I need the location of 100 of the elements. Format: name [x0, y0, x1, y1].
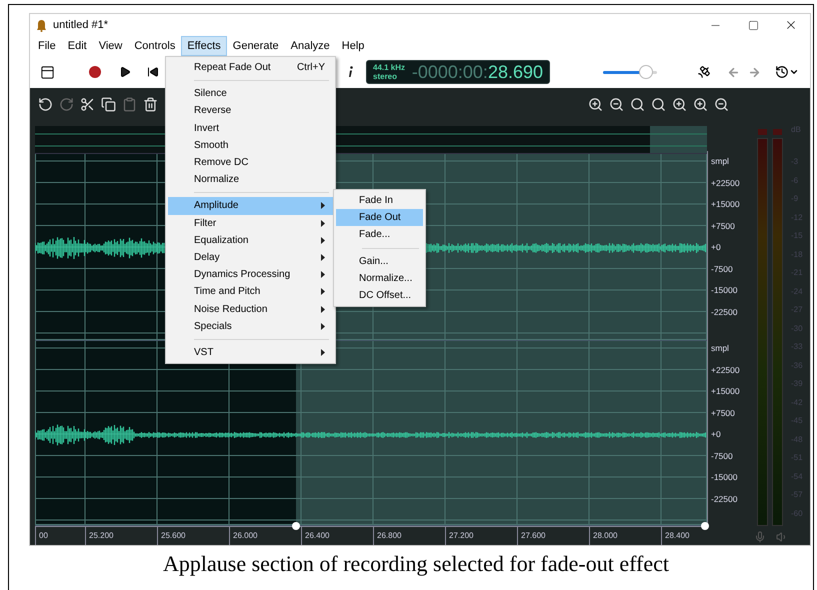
menu-item-label: Normalize... — [359, 272, 414, 284]
axis-tick-label: +22500 — [710, 364, 741, 376]
menu-item-label: Dynamics Processing — [194, 269, 292, 280]
menu-item[interactable]: Specials — [168, 318, 333, 335]
zoom-icon[interactable] — [651, 96, 666, 112]
submenu-arrow-icon — [321, 254, 325, 261]
satellite-dish-icon[interactable] — [697, 65, 711, 79]
selection-end-handle[interactable] — [701, 522, 709, 530]
cut-icon[interactable] — [80, 96, 95, 112]
menu-item[interactable]: Equalization — [168, 232, 333, 249]
submenu-arrow-icon — [321, 322, 325, 330]
time-label: 26.400 — [301, 527, 373, 545]
zoom-out-icon[interactable] — [609, 96, 624, 112]
menu-item[interactable]: Normalize — [168, 171, 333, 188]
skip-back-icon[interactable] — [147, 66, 159, 78]
back-arrow-icon[interactable] — [727, 66, 740, 78]
zoom-in-icon[interactable] — [588, 96, 603, 112]
copy-icon[interactable] — [101, 96, 116, 112]
menu-bar-item[interactable]: Analyze — [284, 36, 336, 56]
submenu-arrow-icon — [321, 348, 325, 356]
sample-rate-label: 44.1 kHz — [373, 63, 406, 72]
zoom-in-icon[interactable] — [693, 96, 708, 112]
menu-item[interactable]: VST — [168, 344, 333, 361]
menu-item[interactable]: Dynamics Processing — [168, 266, 333, 284]
menu-item-label: Noise Reduction — [194, 304, 268, 315]
selection-region[interactable] — [296, 341, 707, 525]
menu-item[interactable]: Invert — [168, 120, 333, 137]
app-icon — [36, 18, 47, 32]
time-padding-digits: -0000:00: — [412, 62, 488, 82]
submenu-arrow-icon — [321, 288, 325, 296]
time-label: 28.000 — [589, 527, 661, 545]
submenu-arrow-icon — [321, 220, 325, 227]
figure-caption: Applause section of recording selected for fade-out effect — [163, 551, 669, 577]
zoom-icon[interactable] — [630, 96, 645, 112]
caret-icon[interactable] — [789, 67, 799, 77]
menu-item[interactable]: Repeat Fade Out Ctrl+Y — [168, 59, 333, 76]
selection-start-handle[interactable] — [292, 522, 300, 530]
axis-tick-label: -22500 — [710, 306, 738, 318]
menu-item[interactable]: Filter — [168, 214, 333, 232]
menu-item-label: Time and Pitch — [194, 286, 262, 298]
axis-tick-label: -15000 — [710, 471, 738, 484]
paste-icon[interactable] — [122, 96, 137, 112]
record-button[interactable] — [89, 66, 101, 78]
axis-unit-label: smpl — [710, 342, 730, 355]
zoom-in-icon[interactable] — [672, 96, 687, 112]
slider-thumb[interactable] — [639, 65, 654, 79]
menu-bar-item[interactable]: Controls — [128, 36, 182, 56]
axis-tick-label: +7500 — [710, 220, 736, 232]
menu-item[interactable]: Reverse — [168, 102, 333, 120]
menu-item[interactable]: Fade... — [336, 226, 423, 244]
menu-item[interactable]: Delay — [168, 248, 333, 266]
menu-item-label: DC Offset... — [359, 290, 412, 302]
delete-icon[interactable] — [143, 96, 158, 112]
submenu-arrow-icon — [321, 271, 325, 278]
axis-unit-label: smpl — [710, 155, 730, 168]
menu-bar-item[interactable]: File — [32, 36, 62, 56]
menu-item[interactable]: Silence — [168, 85, 333, 102]
menu-bar-item[interactable]: Help — [336, 36, 370, 56]
time-label: 00 — [35, 527, 85, 545]
menu-bar-item[interactable]: Generate — [226, 36, 285, 56]
axis-tick-label: +7500 — [710, 406, 736, 420]
time-label: 25.600 — [157, 527, 229, 545]
menu-item[interactable]: Smooth — [168, 136, 333, 154]
undo-icon[interactable] — [38, 96, 53, 112]
menu-bar-item[interactable]: Edit — [62, 36, 93, 56]
forward-arrow-icon[interactable] — [748, 66, 761, 78]
menu-item-label: Repeat Fade Out — [194, 62, 272, 74]
menu-item[interactable]: Fade In — [336, 192, 423, 210]
menu-item-label: Fade... — [359, 229, 392, 240]
menu-item-label: Normalize — [194, 174, 240, 186]
menu-item[interactable]: Amplitude — [168, 197, 333, 214]
menu-item[interactable]: Normalize... — [336, 270, 423, 287]
menu-item-label: Specials — [194, 320, 233, 332]
axis-tick-label: -15000 — [710, 284, 738, 297]
redo-icon[interactable] — [59, 96, 74, 112]
menu-bar-item[interactable]: Effects — [181, 36, 227, 56]
menu-item[interactable]: Time and Pitch — [168, 283, 333, 300]
window-title: untitled #1* — [53, 19, 110, 31]
menu-item-label: Invert — [194, 122, 220, 134]
menu-item[interactable]: Fade Out — [336, 209, 423, 226]
maximize-icon[interactable] — [748, 20, 758, 30]
menu-bar-item[interactable]: View — [92, 36, 128, 56]
menu-item-label: Reverse — [194, 105, 232, 116]
panel-icon[interactable] — [40, 64, 55, 80]
menu-item[interactable]: Gain... — [336, 252, 423, 270]
menu-item-label: Fade Out — [359, 212, 402, 224]
menu-item[interactable]: DC Offset... — [336, 286, 423, 304]
menu-item-label: Gain... — [359, 256, 390, 267]
menu-item-label: Filter — [194, 218, 218, 229]
menu-item-label: Silence — [194, 88, 228, 100]
zoom-out-icon[interactable] — [714, 96, 729, 112]
axis-tick-label: +15000 — [710, 198, 741, 211]
menu-item[interactable]: Noise Reduction — [168, 300, 333, 318]
axis-tick-label: +0 — [710, 428, 722, 441]
info-icon[interactable] — [347, 66, 353, 78]
history-icon[interactable] — [775, 65, 789, 79]
menu-item[interactable]: Remove DC — [168, 154, 333, 172]
play-icon[interactable] — [119, 66, 131, 78]
time-label: 27.600 — [517, 527, 589, 545]
time-label: 26.800 — [373, 527, 445, 545]
